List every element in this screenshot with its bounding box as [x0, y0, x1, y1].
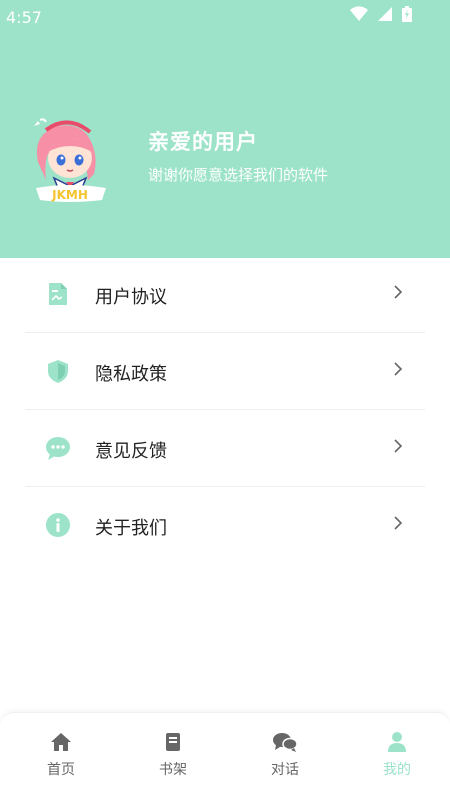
battery-icon — [402, 6, 412, 22]
tab-label-mine: 我的 — [383, 762, 411, 778]
status-bar: 4:57 — [0, 0, 450, 34]
menu-item-user-agreement[interactable]: 用户协议 — [25, 256, 425, 333]
avatar-badge-text: JKMH — [51, 188, 88, 202]
info-icon — [46, 513, 70, 537]
chevron-right-icon — [394, 516, 403, 530]
tab-mine[interactable]: 我的 — [357, 731, 437, 791]
chat-icon — [273, 733, 298, 752]
book-icon — [166, 733, 180, 751]
menu-label-feedback: 意见反馈 — [95, 441, 167, 462]
menu-label-about-us: 关于我们 — [95, 518, 167, 539]
bottom-tab-bar: 首页 书架 对话 我的 — [0, 712, 450, 801]
menu-label-user-agreement: 用户协议 — [95, 287, 167, 308]
home-icon — [51, 733, 71, 751]
tab-chat[interactable]: 对话 — [245, 731, 325, 791]
profile-header: 4:57 JKMH 亲爱的用户 谢谢你愿意选择我们的软件 — [0, 0, 450, 258]
profile-subtitle: 谢谢你愿意选择我们的软件 — [148, 166, 329, 184]
person-icon — [388, 732, 406, 752]
profile-title: 亲爱的用户 — [148, 130, 258, 154]
status-time: 4:57 — [6, 8, 42, 27]
settings-menu: 用户协议 隐私政策 意见反馈 关于我们 — [25, 256, 425, 563]
tab-label-bookshelf: 书架 — [159, 762, 187, 778]
chat-bubble-icon — [46, 437, 70, 460]
tab-bookshelf[interactable]: 书架 — [133, 731, 213, 791]
shield-icon — [48, 360, 68, 383]
menu-item-feedback[interactable]: 意见反馈 — [25, 410, 425, 487]
avatar[interactable]: JKMH — [26, 112, 114, 204]
document-icon — [49, 283, 67, 305]
menu-label-privacy-policy: 隐私政策 — [95, 364, 167, 385]
menu-item-about-us[interactable]: 关于我们 — [25, 487, 425, 563]
chevron-right-icon — [394, 362, 403, 376]
chevron-right-icon — [394, 439, 403, 453]
wifi-icon — [349, 6, 368, 22]
tab-home[interactable]: 首页 — [21, 731, 101, 791]
signal-icon — [377, 7, 392, 21]
tab-label-chat: 对话 — [271, 762, 299, 778]
tab-label-home: 首页 — [47, 762, 75, 778]
chevron-right-icon — [394, 285, 403, 299]
menu-item-privacy-policy[interactable]: 隐私政策 — [25, 333, 425, 410]
status-icons — [346, 6, 412, 22]
